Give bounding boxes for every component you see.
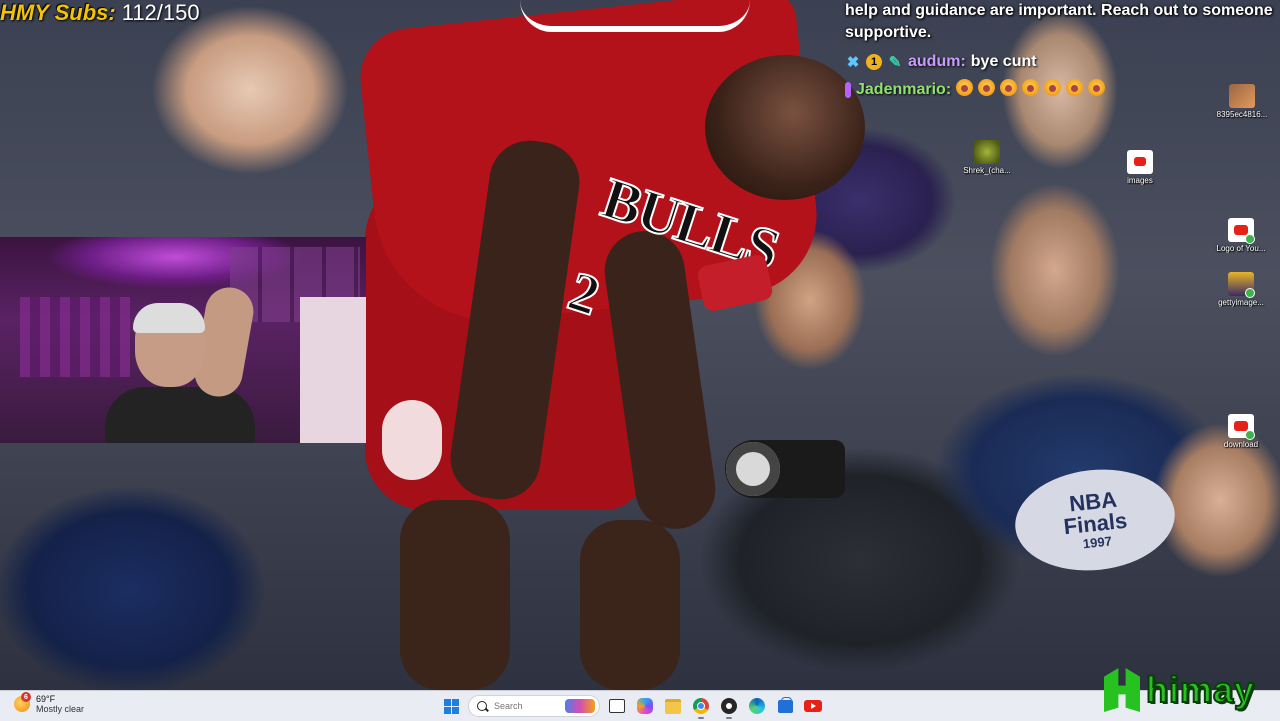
chat-message-text: bye cunt <box>970 53 1037 70</box>
streamer-cap <box>133 303 205 333</box>
chat-message-text: help and guidance are important. Reach o… <box>845 2 1273 19</box>
shocked-emote-icon <box>978 79 996 96</box>
emote-row <box>956 79 1110 101</box>
search-input[interactable] <box>492 700 576 712</box>
sync-check-icon <box>1245 288 1255 298</box>
chrome-button[interactable] <box>690 695 712 719</box>
desktop-icon-getty[interactable]: gettyimage... <box>1211 272 1271 307</box>
shocked-emote-icon <box>1000 79 1018 96</box>
desktop-icon-image-file[interactable]: 8395ec4816... <box>1212 84 1272 119</box>
weather-widget[interactable]: 6 69°F Mostly clear <box>14 692 84 714</box>
desktop-icon-label: download <box>1223 440 1259 449</box>
chrome-icon <box>693 698 709 714</box>
search-highlight-icon <box>565 699 595 713</box>
shocked-emote-icon <box>1066 79 1084 96</box>
running-indicator <box>698 717 704 719</box>
copilot-icon <box>637 698 653 714</box>
subs-count: 112/150 <box>121 0 200 25</box>
chat-message: ✖ 1 ✎ audum: bye cunt <box>845 48 1280 76</box>
running-indicator <box>726 717 732 719</box>
taskbar: 6 69°F Mostly clear <box>0 690 1280 721</box>
edge-icon <box>749 698 765 714</box>
obs-icon <box>721 698 737 714</box>
taskbar-search[interactable] <box>468 695 600 717</box>
taskbar-apps <box>440 695 824 719</box>
shocked-emote-icon <box>1088 79 1106 96</box>
sword-badge-icon: ✖ <box>846 54 860 71</box>
youtube-logo-icon <box>1228 218 1255 244</box>
player-leg <box>400 500 510 690</box>
streamer-shirt <box>105 387 255 443</box>
getty-image-icon <box>1228 272 1255 298</box>
copilot-button[interactable] <box>634 695 656 717</box>
player-head <box>705 55 865 200</box>
chat-message-text: supportive. <box>845 24 932 41</box>
player-leg <box>580 520 680 690</box>
webcam-overlay <box>0 237 366 443</box>
jersey-trim <box>520 0 750 32</box>
search-icon <box>477 701 487 711</box>
shocked-emote-icon <box>1044 79 1062 96</box>
store-button[interactable] <box>774 695 796 717</box>
folder-icon <box>665 698 681 714</box>
chat-username: audum: <box>908 53 966 70</box>
youtube-icon <box>804 700 822 712</box>
desktop-icon-images[interactable]: images <box>1110 150 1170 185</box>
start-button[interactable] <box>440 695 462 717</box>
sub-goal-overlay: HMY Subs: 112/150 <box>0 0 200 26</box>
desktop-icon-shrek[interactable]: Shrek_(cha... <box>957 140 1017 175</box>
desktop-icon-label: images <box>1127 176 1153 185</box>
sync-check-icon <box>1245 234 1255 244</box>
purple-badge-icon <box>845 82 851 98</box>
sync-check-icon <box>1245 430 1255 440</box>
shrek-icon <box>974 140 1000 164</box>
desktop-icon-label: 8395ec4816... <box>1216 110 1268 119</box>
desktop-icon-label: gettyimage... <box>1218 298 1264 307</box>
weather-temperature: 69°F <box>36 694 56 704</box>
task-view-button[interactable] <box>606 695 628 717</box>
one-badge-icon: 1 <box>866 54 882 70</box>
himay-logo-text: himay <box>1145 668 1256 711</box>
edge-button[interactable] <box>746 695 768 717</box>
image-file-icon <box>1229 84 1255 108</box>
himay-logo: himay <box>1104 668 1255 712</box>
youtube-download-icon <box>1228 414 1255 440</box>
badge-year: 1997 <box>1082 532 1113 551</box>
weather-text: 69°F Mostly clear <box>36 694 84 714</box>
file-explorer-button[interactable] <box>662 695 684 717</box>
desktop-icon-label: Shrek_(cha... <box>963 166 1011 175</box>
subs-label: HMY Subs: <box>0 0 116 25</box>
himay-mark-icon <box>1104 668 1140 712</box>
camera-lens <box>726 442 780 496</box>
weather-condition: Mostly clear <box>36 704 85 714</box>
store-icon <box>777 696 793 713</box>
youtube-image-icon <box>1127 150 1153 174</box>
shocked-emote-icon <box>1022 79 1040 96</box>
sun-icon: 6 <box>14 692 31 712</box>
webcam-shelf <box>20 297 130 377</box>
desktop-icon-label: Logo of You... <box>1216 244 1266 253</box>
chat-username: Jadenmario: <box>856 81 952 98</box>
shocked-emote-icon <box>956 79 974 96</box>
weather-alert-badge: 6 <box>21 692 31 702</box>
task-view-icon <box>609 699 625 713</box>
webcam-door <box>300 297 366 443</box>
bulls-logo <box>382 400 442 480</box>
obs-button[interactable] <box>718 695 740 719</box>
windows-icon <box>443 698 459 714</box>
youtube-button[interactable] <box>802 695 824 717</box>
leaf-badge-icon: ✎ <box>888 54 902 71</box>
desktop-icon-download[interactable]: download <box>1211 414 1271 449</box>
desktop-icon-youtube-logo[interactable]: Logo of You... <box>1211 218 1271 253</box>
